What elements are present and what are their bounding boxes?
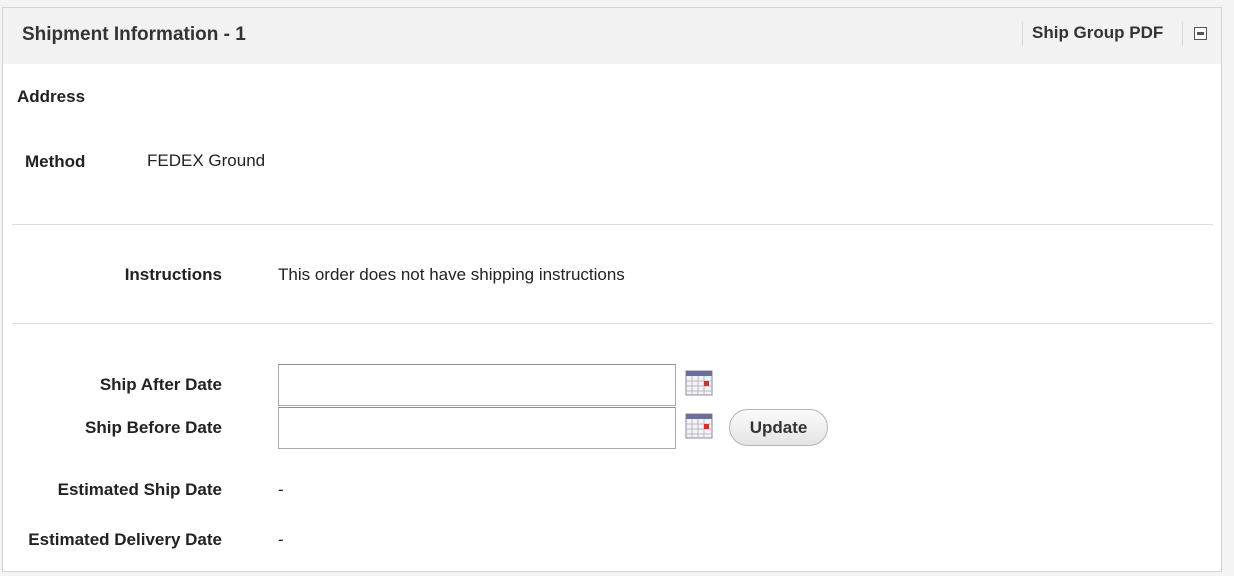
header-separator bbox=[1182, 22, 1183, 46]
ship-after-date-label: Ship After Date bbox=[99, 375, 222, 394]
method-label: Method bbox=[25, 152, 86, 171]
panel-title: Shipment Information - 1 bbox=[22, 24, 246, 45]
shipment-information-panel: Shipment Information - 1 Ship Group PDF … bbox=[2, 7, 1222, 572]
estimated-ship-date-value: - bbox=[278, 480, 284, 499]
estimated-delivery-date-label: Estimated Delivery Date bbox=[28, 530, 222, 549]
ship-before-date-input[interactable] bbox=[278, 407, 676, 449]
update-button[interactable]: Update bbox=[729, 409, 828, 446]
estimated-delivery-date-value: - bbox=[278, 530, 284, 549]
section-divider bbox=[12, 323, 1213, 324]
section-divider bbox=[12, 224, 1213, 225]
ship-before-date-label: Ship Before Date bbox=[85, 418, 222, 437]
panel-header: Shipment Information - 1 Ship Group PDF bbox=[3, 8, 1221, 64]
method-value: FEDEX Ground bbox=[147, 151, 266, 170]
ship-group-pdf-link[interactable]: Ship Group PDF bbox=[1032, 23, 1163, 43]
collapse-icon[interactable] bbox=[1194, 27, 1207, 40]
estimated-ship-date-label: Estimated Ship Date bbox=[57, 480, 222, 499]
calendar-icon[interactable] bbox=[685, 370, 713, 396]
address-label: Address bbox=[17, 87, 86, 106]
header-separator bbox=[1022, 22, 1023, 46]
calendar-icon[interactable] bbox=[685, 413, 713, 439]
instructions-label: Instructions bbox=[124, 265, 222, 284]
instructions-value: This order does not have shipping instru… bbox=[278, 265, 625, 284]
ship-after-date-input[interactable] bbox=[278, 364, 676, 406]
